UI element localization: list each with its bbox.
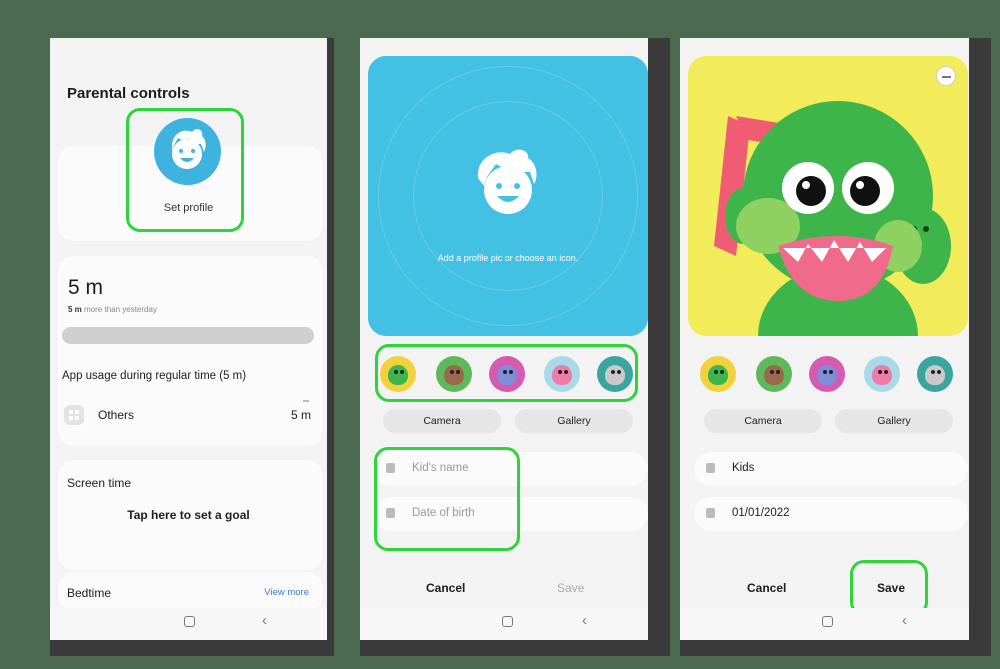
usage-comparison-value: 5 m (68, 305, 82, 314)
usage-total: 5 m (68, 276, 104, 299)
screen-time-label: Screen time (67, 476, 132, 490)
pig-icon[interactable] (864, 356, 900, 392)
gallery-button[interactable]: Gallery (515, 409, 633, 433)
home-button[interactable] (822, 616, 833, 627)
camera-button[interactable]: Camera (383, 409, 501, 433)
icon-picker-highlight (375, 344, 638, 402)
others-dash (303, 400, 309, 402)
camera-button[interactable]: Camera (704, 409, 822, 433)
dinosaur-icon (714, 101, 951, 336)
fields-highlight (374, 447, 520, 551)
profile-picture-area[interactable]: Add a profile pic or choose an icon. (368, 56, 648, 336)
profile-filled-screen: Camera Gallery Kids 01/01/2022 Cancel Sa… (680, 38, 969, 640)
koala-icon[interactable] (917, 356, 953, 392)
others-label[interactable]: Others (98, 408, 134, 422)
frame-shadow (360, 640, 670, 656)
frame-shadow (680, 640, 991, 656)
remove-photo-icon[interactable] (936, 66, 956, 86)
back-icon[interactable]: ‹ (262, 613, 267, 628)
calendar-icon (706, 508, 715, 518)
dinosaur-icon[interactable] (700, 356, 736, 392)
home-button[interactable] (184, 616, 195, 627)
save-button[interactable]: Save (557, 581, 584, 595)
person-icon (706, 463, 715, 473)
nav-bar: ‹ (50, 608, 327, 640)
home-button[interactable] (502, 616, 513, 627)
date-of-birth-value: 01/01/2022 (732, 507, 790, 519)
kid-name-value: Kids (732, 462, 755, 474)
others-app-icon (64, 405, 84, 425)
frame-shadow (648, 38, 670, 656)
set-profile-screen: Add a profile pic or choose an icon. Cam… (360, 38, 648, 640)
frame-shadow (969, 38, 991, 656)
usage-comparison: 5 m more than yesterday (68, 305, 157, 314)
usage-comparison-text: more than yesterday (81, 305, 157, 314)
nav-bar: ‹ (360, 608, 648, 640)
cancel-button[interactable]: Cancel (747, 581, 786, 595)
page-title: Parental controls (67, 85, 190, 102)
regular-time-label: App usage during regular time (5 m) (62, 370, 247, 382)
icon-picker (680, 353, 969, 395)
frame-shadow (50, 640, 334, 656)
cancel-button[interactable]: Cancel (426, 581, 465, 595)
profile-picture-area[interactable] (688, 56, 968, 336)
back-icon[interactable]: ‹ (582, 613, 587, 628)
parental-controls-screen: Parental controls Set profile 5 m 5 m mo… (50, 38, 327, 640)
usage-bar (62, 327, 314, 344)
nav-bar: ‹ (680, 608, 969, 640)
view-more-link[interactable]: View more (264, 587, 309, 598)
back-icon[interactable]: ‹ (902, 613, 907, 628)
gallery-button[interactable]: Gallery (835, 409, 953, 433)
kid-name-field[interactable]: Kids (694, 452, 968, 486)
walrus-icon[interactable] (809, 356, 845, 392)
others-value: 5 m (290, 408, 311, 422)
set-goal-button[interactable]: Tap here to set a goal (50, 508, 327, 522)
bedtime-label: Bedtime (67, 586, 112, 600)
profile-pic-hint: Add a profile pic or choose an icon. (437, 253, 579, 263)
kid-face-icon (466, 144, 552, 229)
sloth-icon[interactable] (756, 356, 792, 392)
set-profile-highlight (126, 108, 244, 232)
date-of-birth-field[interactable]: 01/01/2022 (694, 497, 968, 531)
